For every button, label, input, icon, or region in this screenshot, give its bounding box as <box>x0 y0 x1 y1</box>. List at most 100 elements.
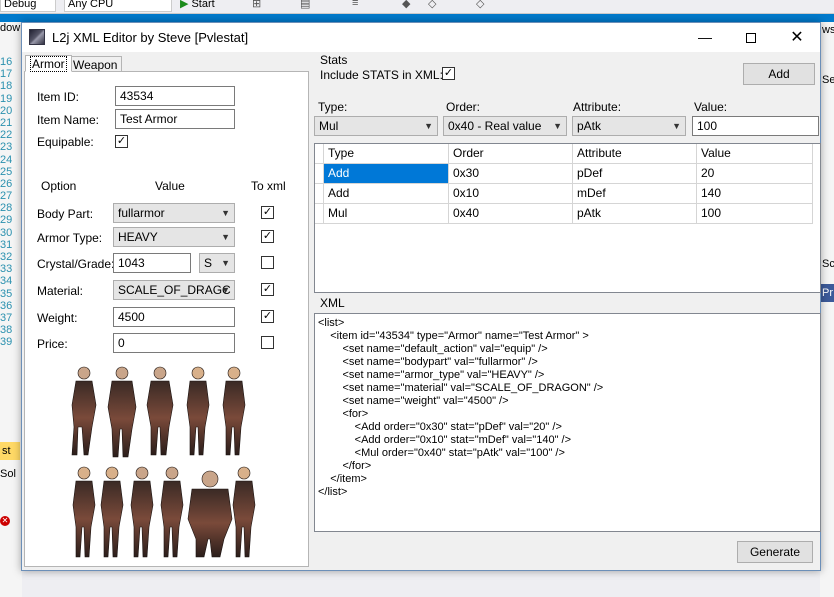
option-column-header: Option <box>41 179 77 193</box>
grid-column-header[interactable]: Order <box>449 144 573 164</box>
bookmark-icon[interactable]: ◇ <box>428 0 436 10</box>
maximize-icon <box>746 33 756 44</box>
stat-order-select[interactable]: 0x40 - Real value ▼ <box>443 116 567 136</box>
equipable-label: Equipable: <box>37 135 94 149</box>
xml-line: <item id="43534" type="Armor" name="Test… <box>318 330 589 342</box>
crystal-input[interactable]: 1043 <box>113 253 191 273</box>
xml-line: <set name="default_action" val="equip" /… <box>318 343 548 355</box>
xml-line: </list> <box>318 486 348 498</box>
item-name-input[interactable]: Test Armor <box>115 109 235 129</box>
grid-cell[interactable]: 0x10 <box>449 184 573 204</box>
xml-line: <list> <box>318 317 345 329</box>
body-part-select[interactable]: fullarmor ▼ <box>113 203 235 223</box>
xml-line: <for> <box>318 408 369 420</box>
chevron-down-icon: ▼ <box>221 285 230 295</box>
price-input[interactable]: 0 <box>113 333 235 353</box>
ide-output-tab[interactable]: st <box>0 442 20 460</box>
ide-right-tag[interactable]: Se <box>822 74 834 86</box>
item-id-input[interactable]: 43534 <box>115 86 235 106</box>
editor-window: L2j XML Editor by Steve [Pvlestat] — ✕ A… <box>21 22 821 571</box>
toolbar-icon[interactable]: ▤ <box>300 0 310 10</box>
material-toxml-checkbox[interactable]: ✓ <box>261 283 274 296</box>
grid-cell[interactable]: 0x30 <box>449 164 573 184</box>
material-select[interactable]: SCALE_OF_DRAGC ▼ <box>113 280 235 300</box>
weight-input[interactable]: 4500 <box>113 307 235 327</box>
stats-grid[interactable]: Type Order Attribute Value Add 0x30 pDef… <box>314 143 821 293</box>
weight-toxml-checkbox[interactable]: ✓ <box>261 310 274 323</box>
include-stats-checkbox[interactable]: ✓ <box>442 67 455 80</box>
type-label: Type: <box>318 100 348 114</box>
grid-column-header[interactable]: Type <box>324 144 449 164</box>
title-bar[interactable]: L2j XML Editor by Steve [Pvlestat] — ✕ <box>22 23 820 52</box>
chevron-down-icon: ▼ <box>672 121 681 131</box>
stat-attribute-select[interactable]: pAtk ▼ <box>572 116 686 136</box>
grid-corner <box>315 144 324 164</box>
armor-type-toxml-checkbox[interactable]: ✓ <box>261 230 274 243</box>
bookmark-icon[interactable]: ◆ <box>402 0 410 10</box>
ide-solution-tab[interactable]: Sol <box>0 468 16 480</box>
grid-cell[interactable]: Add <box>324 164 449 184</box>
generate-button[interactable]: Generate <box>737 541 813 563</box>
row-header[interactable] <box>315 164 324 184</box>
stat-value-input[interactable]: 100 <box>692 116 819 136</box>
grid-cell[interactable]: pAtk <box>573 204 697 224</box>
tab-armor[interactable]: Armor <box>25 55 72 72</box>
xml-output[interactable]: <list> <item id="43534" type="Armor" nam… <box>314 313 821 532</box>
xml-line: <set name="weight" val="4500" /> <box>318 395 509 407</box>
grid-cell[interactable]: 100 <box>697 204 813 224</box>
platform-combo[interactable]: Any CPU <box>64 0 172 12</box>
equipable-checkbox[interactable]: ✓ <box>115 135 128 148</box>
line-numbers: 16 17 18 19 20 21 22 23 24 25 26 27 28 29 30 31 32 33… <box>0 56 13 349</box>
order-label: Order: <box>446 100 481 114</box>
material-label: Material: <box>37 284 84 298</box>
xml-line: </for> <box>318 460 372 472</box>
chevron-down-icon: ▼ <box>221 232 230 242</box>
ide-right-tag[interactable]: Pr <box>822 287 833 299</box>
xml-line: <set name="armor_type" val="HEAVY" /> <box>318 369 545 381</box>
row-header[interactable] <box>315 184 324 204</box>
value-column-header: Value <box>155 179 185 193</box>
ide-left-tab[interactable]: dow <box>0 22 20 34</box>
ide-right-tag[interactable]: Sc <box>822 258 834 270</box>
add-button[interactable]: Add <box>743 63 815 85</box>
xml-line: <Add order="0x10" stat="mDef" val="140" … <box>318 434 572 446</box>
grade-select[interactable]: S ▼ <box>199 253 235 273</box>
grid-cell[interactable]: Add <box>324 184 449 204</box>
armor-type-label: Armor Type: <box>37 231 103 245</box>
ide-right-tag[interactable]: wsF <box>822 24 834 36</box>
bookmark-icon[interactable]: ◇ <box>476 0 484 10</box>
armor-tab-panel: Item ID: 43534 Item Name: Test Armor Equ… <box>24 71 309 567</box>
stat-type-select[interactable]: Mul ▼ <box>314 116 438 136</box>
crystal-toxml-checkbox[interactable] <box>261 256 274 269</box>
grid-cell[interactable]: Mul <box>324 204 449 224</box>
close-button[interactable]: ✕ <box>774 23 820 52</box>
row-header[interactable] <box>315 204 324 224</box>
ide-toolbar: Debug Any CPU ▶ Start ⊞ ▤ ≡ ◆ ◇ ◇ <box>0 0 834 14</box>
grid-cell[interactable]: 0x40 <box>449 204 573 224</box>
xml-line: <Add order="0x30" stat="pDef" val="20" /… <box>318 421 562 433</box>
maximize-button[interactable] <box>728 23 774 52</box>
grid-cell[interactable]: 140 <box>697 184 813 204</box>
price-toxml-checkbox[interactable] <box>261 336 274 349</box>
tab-weapon[interactable]: Weapon <box>68 56 123 72</box>
item-name-label: Item Name: <box>37 113 100 127</box>
grid-cell[interactable]: 20 <box>697 164 813 184</box>
config-combo[interactable]: Debug <box>0 0 56 12</box>
body-part-toxml-checkbox[interactable]: ✓ <box>261 206 274 219</box>
app-icon <box>29 29 45 45</box>
start-button[interactable]: ▶ Start <box>180 0 215 10</box>
stats-group-title: Stats <box>318 53 350 67</box>
grid-column-header[interactable]: Attribute <box>573 144 697 164</box>
grid-cell[interactable]: mDef <box>573 184 697 204</box>
grid-cell[interactable]: pDef <box>573 164 697 184</box>
toolbar-icon[interactable]: ≡ <box>352 0 358 9</box>
minimize-button[interactable]: — <box>682 23 728 52</box>
value-label: Value: <box>694 100 728 114</box>
xml-line: <Mul order="0x40" stat="pAtk" val="100" … <box>318 447 565 459</box>
attribute-label: Attribute: <box>573 100 622 114</box>
grid-column-header[interactable]: Value <box>697 144 813 164</box>
chevron-down-icon: ▼ <box>424 121 433 131</box>
armor-type-select[interactable]: HEAVY ▼ <box>113 227 235 247</box>
toolbar-icon[interactable]: ⊞ <box>252 0 261 10</box>
chevron-down-icon: ▼ <box>221 208 230 218</box>
